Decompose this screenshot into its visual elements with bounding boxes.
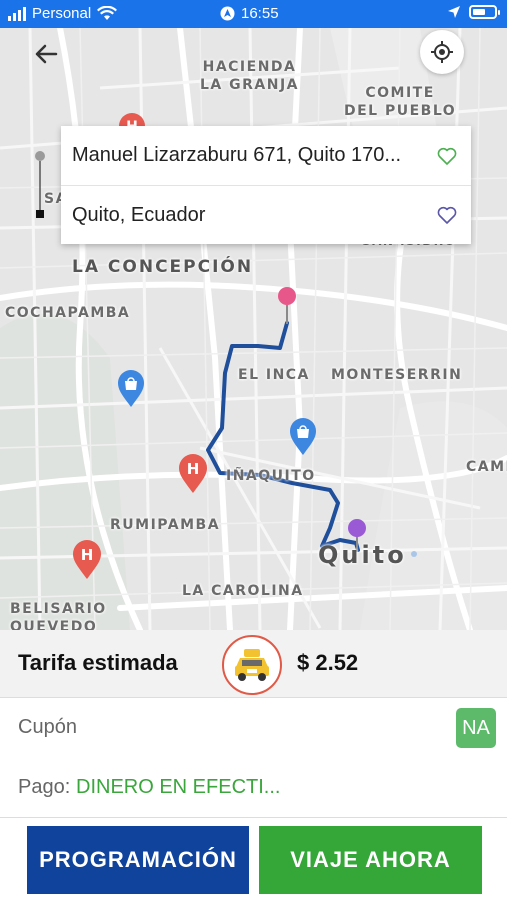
status-right: [447, 5, 500, 19]
taxi-vehicle-icon[interactable]: [222, 635, 282, 695]
clock: 16:55: [241, 5, 279, 22]
origin-field[interactable]: Manuel Lizarzaburu 671, Quito 170...: [61, 126, 471, 185]
fare-label: Tarifa estimada: [18, 650, 178, 675]
carrier-name: Personal: [32, 5, 92, 22]
status-left: Personal: [8, 5, 118, 22]
destination-address: Quito, Ecuador: [72, 203, 206, 226]
map-label-hacienda: HACIENDA LA GRANJA: [200, 59, 299, 94]
map-view[interactable]: HACIENDA LA GRANJA COMITE DEL PUEBLO SA …: [0, 28, 507, 630]
favorite-destination-button[interactable]: [435, 203, 459, 227]
status-center: 16:55: [220, 5, 279, 22]
fare-price: $ 2.52: [297, 650, 359, 675]
map-label-belisario: BELISARIO QUEVEDO: [10, 601, 107, 630]
fare-estimate: Tarifa estimada $ 2.52: [0, 630, 507, 698]
arrow-left-icon: [35, 44, 58, 64]
ride-now-button[interactable]: VIAJE AHORA: [259, 826, 482, 894]
navigation-app-icon: [220, 6, 235, 21]
map-label-rumipamba: RUMIPAMBA: [110, 517, 221, 533]
origin-address: Manuel Lizarzaburu 671, Quito 170...: [72, 144, 402, 166]
coupon-label: Cupón: [18, 716, 77, 738]
shopping-pin-west[interactable]: [117, 370, 145, 413]
battery-icon: [469, 5, 500, 19]
map-label-quito: Quito: [318, 541, 407, 569]
map-label-concepcion: LA CONCEPCIÓN: [72, 257, 254, 277]
wifi-icon: [97, 6, 118, 20]
coupon-badge[interactable]: NA: [456, 708, 496, 748]
status-bar: Personal 16:55: [0, 0, 507, 28]
hospital-pin-west[interactable]: H: [72, 540, 102, 585]
payment-method[interactable]: DINERO EN EFECTI...: [76, 776, 280, 799]
crosshair-icon: [431, 41, 453, 63]
locate-me-button[interactable]: [420, 30, 464, 74]
heart-icon: [437, 206, 457, 224]
route-card: Manuel Lizarzaburu 671, Quito 170... Qui…: [61, 126, 471, 244]
map-label-lacarolina: LA CAROLINA: [182, 583, 304, 599]
back-button[interactable]: [30, 38, 62, 70]
destination-field[interactable]: Quito, Ecuador: [61, 185, 471, 244]
svg-text:H: H: [81, 546, 94, 564]
favorite-origin-button[interactable]: [435, 144, 459, 168]
map-label-camp: CAMP: [466, 459, 507, 475]
heart-icon: [437, 147, 457, 165]
hospital-pin-inaquito[interactable]: H: [178, 454, 208, 499]
shopping-pin-inaquito[interactable]: [289, 418, 317, 461]
payment-row[interactable]: Pago: DINERO EN EFECTI...: [0, 760, 507, 818]
map-label-inaquito: IÑAQUITO: [226, 468, 316, 484]
coupon-row[interactable]: Cupón NA: [0, 698, 507, 760]
location-arrow-icon: [448, 6, 460, 18]
map-label-comite: COMITE DEL PUEBLO: [344, 85, 457, 120]
map-label-elinca: EL INCA: [238, 367, 310, 383]
signal-icon: [8, 6, 26, 21]
schedule-button[interactable]: PROGRAMACIÓN: [27, 826, 249, 894]
svg-text:H: H: [187, 460, 200, 478]
map-label-monteserrin: MONTESERRIN: [331, 367, 463, 383]
map-label-cochapamba: COCHAPAMBA: [5, 305, 131, 321]
payment-label: Pago:: [18, 776, 71, 798]
